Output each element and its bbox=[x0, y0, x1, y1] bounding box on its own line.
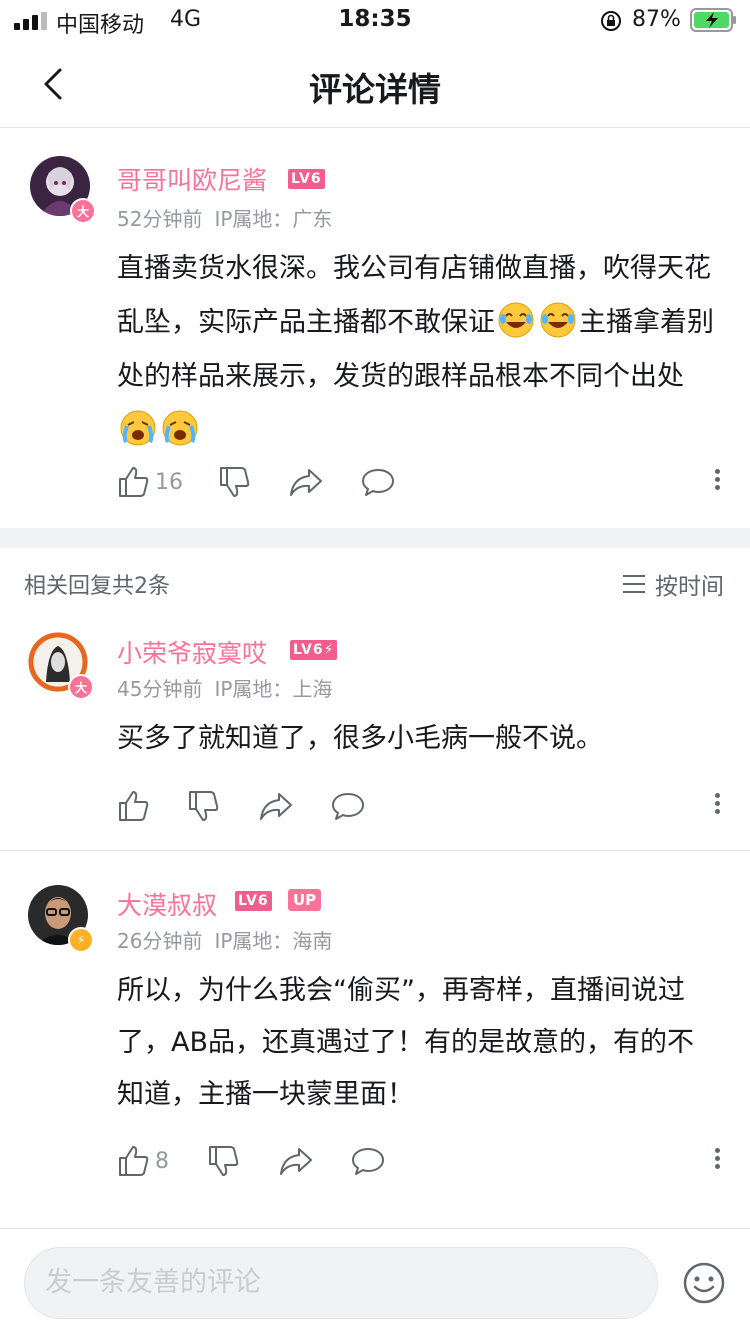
comment-time: 52分钟前 bbox=[117, 207, 203, 231]
comment-actions bbox=[117, 786, 722, 826]
main-comment: 大 哥哥叫欧尼酱 LV6 52分钟前 IP属地：广东 直播卖货水很深。我公司有店铺… bbox=[0, 128, 750, 528]
comment-actions: 16 bbox=[117, 462, 722, 502]
comment-bubble-icon bbox=[352, 1148, 384, 1175]
laugh-cry-emoji-icon bbox=[540, 302, 576, 338]
ip-location: IP属地：广东 bbox=[214, 207, 333, 231]
like-button[interactable]: 8 bbox=[117, 1141, 169, 1181]
level-badge: LV6⚡ bbox=[290, 640, 338, 660]
comment-input-bar: 发一条友善的评论 bbox=[0, 1228, 750, 1334]
like-count: 16 bbox=[155, 469, 183, 495]
avatar[interactable]: 大 bbox=[28, 632, 94, 700]
share-icon bbox=[290, 469, 322, 496]
up-badge: UP bbox=[288, 889, 322, 911]
crying-emoji-icon bbox=[162, 410, 198, 446]
sort-label: 按时间 bbox=[655, 574, 724, 600]
ip-location: IP属地：上海 bbox=[214, 677, 333, 701]
more-options-icon[interactable] bbox=[712, 790, 722, 820]
reply-button[interactable] bbox=[351, 1141, 385, 1181]
avatar[interactable]: ⚡ bbox=[28, 885, 94, 953]
like-count: 8 bbox=[155, 1148, 169, 1174]
comment-bubble-icon bbox=[362, 469, 394, 496]
level-badge: LV6 bbox=[288, 169, 325, 189]
sort-list-icon bbox=[623, 575, 645, 593]
share-button[interactable] bbox=[289, 462, 323, 502]
username[interactable]: 哥哥叫欧尼酱 bbox=[117, 161, 267, 197]
share-icon bbox=[280, 1148, 312, 1175]
reply-count-label: 相关回复共2条 bbox=[24, 574, 170, 599]
thumbs-down-icon bbox=[209, 1146, 239, 1176]
thumbs-down-icon bbox=[220, 467, 250, 497]
level-badge: LV6 bbox=[235, 891, 272, 911]
like-button[interactable]: 16 bbox=[117, 462, 183, 502]
username[interactable]: 大漠叔叔 bbox=[117, 886, 217, 922]
laugh-cry-emoji-icon bbox=[498, 302, 534, 338]
section-gap bbox=[0, 528, 750, 548]
status-bar: 中国移动 4G 18:35 87% bbox=[0, 0, 750, 40]
comment-input[interactable]: 发一条友善的评论 bbox=[24, 1247, 658, 1319]
crying-emoji-icon bbox=[120, 410, 156, 446]
share-icon bbox=[260, 793, 292, 820]
thumbs-up-icon bbox=[119, 467, 149, 497]
comment-text: 所以，为什么我会“偷买”，再寄样，直播间说过了，AB品，还真遇过了！有的是故意的… bbox=[117, 975, 694, 1110]
nav-bar: 评论详情 bbox=[0, 40, 750, 128]
reply-button[interactable] bbox=[331, 786, 365, 826]
more-options-icon[interactable] bbox=[712, 1145, 722, 1175]
comment-bubble-icon bbox=[332, 793, 364, 820]
thumbs-down-icon bbox=[189, 791, 219, 821]
comment-text: 直播卖货水很深。我公司有店铺做直播，吹得天花乱坠，实际产品主播都不敢保证 主播拿着… bbox=[117, 242, 722, 458]
comment-meta: 52分钟前 IP属地：广东 bbox=[117, 203, 332, 232]
sort-button[interactable]: 按时间 bbox=[623, 567, 724, 601]
dislike-button[interactable] bbox=[218, 462, 252, 502]
more-options-icon[interactable] bbox=[712, 466, 722, 496]
vip-badge: 大 bbox=[68, 674, 94, 700]
comment-actions: 8 bbox=[117, 1141, 722, 1181]
dislike-button[interactable] bbox=[187, 786, 221, 826]
share-button[interactable] bbox=[259, 786, 293, 826]
rotation-lock-icon bbox=[601, 11, 621, 31]
reply-header: 相关回复共2条 按时间 bbox=[0, 548, 750, 618]
thumbs-up-icon bbox=[119, 791, 149, 821]
avatar[interactable]: 大 bbox=[30, 156, 96, 224]
username[interactable]: 小荣爷寂寞哎 bbox=[117, 634, 267, 670]
comment-meta: 26分钟前 IP属地：海南 bbox=[117, 925, 332, 954]
reply-item: ⚡ 大漠叔叔 LV6 UP 26分钟前 IP属地：海南 所以，为什么我会“偷买”，… bbox=[0, 851, 750, 1228]
page-title: 评论详情 bbox=[309, 70, 441, 109]
battery-percent: 87% bbox=[632, 7, 681, 32]
verified-lightning-badge: ⚡ bbox=[68, 927, 94, 953]
vip-badge: 大 bbox=[70, 198, 96, 224]
comment-time: 26分钟前 bbox=[117, 929, 203, 953]
reply-item: 大 小荣爷寂寞哎 LV6⚡ 45分钟前 IP属地：上海 买多了就知道了，很多小毛病… bbox=[0, 618, 750, 850]
emoji-picker-icon[interactable] bbox=[682, 1261, 726, 1305]
share-button[interactable] bbox=[279, 1141, 313, 1181]
dislike-button[interactable] bbox=[207, 1141, 241, 1181]
reply-button[interactable] bbox=[361, 462, 395, 502]
thumbs-up-icon bbox=[119, 1146, 149, 1176]
ip-location: IP属地：海南 bbox=[214, 929, 333, 953]
comment-text: 买多了就知道了，很多小毛病一般不说。 bbox=[117, 723, 603, 754]
comment-meta: 45分钟前 IP属地：上海 bbox=[117, 673, 332, 702]
battery-icon bbox=[690, 8, 736, 32]
like-button[interactable] bbox=[117, 786, 151, 826]
comment-time: 45分钟前 bbox=[117, 677, 203, 701]
